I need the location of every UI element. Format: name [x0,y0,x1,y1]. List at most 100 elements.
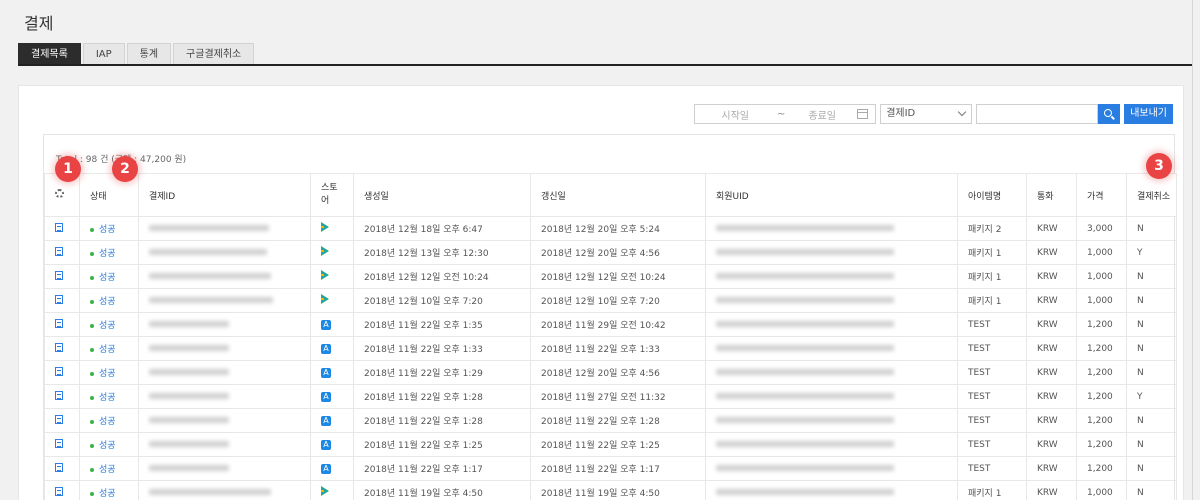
status-text[interactable]: 성공 [99,369,116,379]
status-text[interactable]: 성공 [99,297,116,307]
table-row[interactable]: 성공 A 2018년 11월 22일 오후 1:33 2018년 11월 22일 오후… [44,336,1177,361]
detail-icon[interactable] [55,294,63,304]
updated-date-cell: 2018년 11월 22일 오후 1:25 [530,432,706,457]
tab-bar: 결제목록 IAP 통계 구글결제취소 [18,43,256,65]
row-detail-cell[interactable] [44,408,80,433]
table-row[interactable]: 성공 A 2018년 11월 22일 오후 1:35 2018년 11월 29일 오전… [44,312,1177,337]
status-text[interactable]: 성공 [99,489,116,499]
redacted-member-uid [716,321,894,327]
end-date-field[interactable]: 종료일 [791,107,853,122]
row-detail-cell[interactable] [44,384,80,409]
table-row[interactable]: 성공 A 2018년 11월 22일 오후 1:25 2018년 11월 22일 오후… [44,432,1177,457]
redacted-payment-id [149,489,271,495]
detail-icon[interactable] [55,486,63,496]
google-play-icon [321,222,329,232]
payment-id-cell [138,456,311,481]
detail-icon[interactable] [55,390,63,400]
currency-cell: KRW [1026,360,1077,385]
updated-date-cell: 2018년 12월 12일 오전 10:24 [530,264,706,289]
search-field-select[interactable]: 결제ID [880,104,973,124]
header-created-date[interactable]: 생성일 [353,173,531,217]
header-updated-date[interactable]: 갱신일 [530,173,706,217]
payment-id-cell [138,264,311,289]
detail-icon[interactable] [55,414,63,424]
row-detail-cell[interactable] [44,456,80,481]
header-payment-cancel[interactable]: 결제취소 [1126,173,1177,217]
table-row[interactable]: 성공 A 2018년 11월 22일 오후 1:28 2018년 11월 22일 오후… [44,408,1177,433]
tab-iap[interactable]: IAP [82,43,125,65]
tab-google-payment-cancel[interactable]: 구글결제취소 [173,43,255,65]
status-text[interactable]: 성공 [99,393,116,403]
header-store[interactable]: 스토 어 [310,173,354,217]
search-field-select-value: 결제ID [886,108,916,119]
calendar-icon[interactable] [857,109,869,119]
header-price[interactable]: 가격 [1076,173,1127,217]
page-title: 결제 [24,14,54,33]
status-text[interactable]: 성공 [99,345,116,355]
payment-id-cell [138,240,311,265]
header-currency[interactable]: 통화 [1026,173,1077,217]
row-detail-cell[interactable] [44,360,80,385]
redacted-member-uid [716,417,894,423]
search-input[interactable] [976,104,1099,124]
table-row[interactable]: 성공 2018년 12월 13일 오후 12:30 2018년 12월 20일 오후… [44,240,1177,265]
detail-icon[interactable] [55,318,63,328]
table-row[interactable]: 성공 A 2018년 11월 22일 오후 1:29 2018년 12월 20일 오후… [44,360,1177,385]
row-detail-cell[interactable] [44,480,80,500]
item-name-cell: 패키지 1 [957,288,1027,313]
row-detail-cell[interactable] [44,240,80,265]
table-row[interactable]: 성공 A 2018년 11월 22일 오후 1:28 2018년 11월 27일 오전… [44,384,1177,409]
tab-statistics[interactable]: 통계 [126,43,172,65]
table-row[interactable]: 성공 2018년 12월 12일 오전 10:24 2018년 12월 12일 오전… [44,264,1177,289]
header-payment-id[interactable]: 결제ID [138,173,311,217]
detail-icon[interactable] [55,438,63,448]
row-detail-cell[interactable] [44,336,80,361]
row-detail-cell[interactable] [44,288,80,313]
table-row[interactable]: 성공 2018년 12월 18일 오후 6:47 2018년 12월 20일 오후 … [44,216,1177,241]
currency-cell: KRW [1026,216,1077,241]
table-row[interactable]: 성공 A 2018년 11월 22일 오후 1:17 2018년 11월 22일 오후… [44,456,1177,481]
row-detail-cell[interactable] [44,264,80,289]
status-text[interactable]: 성공 [99,273,116,283]
row-detail-cell[interactable] [44,216,80,241]
status-text[interactable]: 성공 [99,225,116,235]
table-row[interactable]: 성공 2018년 12월 10일 오후 7:20 2018년 12월 10일 오후 … [44,288,1177,313]
detail-icon[interactable] [55,222,63,232]
row-detail-cell[interactable] [44,312,80,337]
detail-icon[interactable] [55,270,63,280]
payment-cancel-cell: N [1126,312,1177,337]
payment-id-cell [138,288,311,313]
member-uid-cell [705,288,958,313]
detail-icon[interactable] [55,246,63,256]
date-range-picker[interactable]: 시작일 ~ 종료일 [694,104,877,124]
detail-icon[interactable] [55,342,63,352]
detail-icon[interactable] [55,462,63,472]
member-uid-cell [705,240,958,265]
payment-cancel-cell: Y [1126,384,1177,409]
detail-icon[interactable] [55,366,63,376]
status-text[interactable]: 성공 [99,465,116,475]
row-detail-cell[interactable] [44,432,80,457]
export-button[interactable]: 내보내기 [1124,104,1173,124]
status-text[interactable]: 성공 [99,441,116,451]
header-item-name[interactable]: 아이템명 [957,173,1027,217]
gear-icon[interactable] [55,189,64,198]
status-cell: 성공 [79,216,139,241]
status-text[interactable]: 성공 [99,321,116,331]
start-date-field[interactable]: 시작일 [699,107,771,122]
status-text[interactable]: 성공 [99,249,116,259]
redacted-member-uid [716,369,894,375]
payment-cancel-cell: Y [1126,240,1177,265]
google-play-icon [321,294,329,304]
table-row[interactable]: 성공 2018년 11월 19일 오후 4:50 2018년 11월 19일 오후 … [44,480,1177,500]
payment-cancel-cell: N [1126,360,1177,385]
store-cell: A [310,384,354,409]
header-member-uid[interactable]: 회원UID [705,173,958,217]
status-text[interactable]: 성공 [99,417,116,427]
search-button[interactable] [1098,104,1121,124]
tab-payment-list[interactable]: 결제목록 [18,43,81,65]
callout-badge-3: 3 [1146,153,1172,179]
item-name-cell: 패키지 2 [957,216,1027,241]
currency-cell: KRW [1026,384,1077,409]
redacted-payment-id [149,273,271,279]
